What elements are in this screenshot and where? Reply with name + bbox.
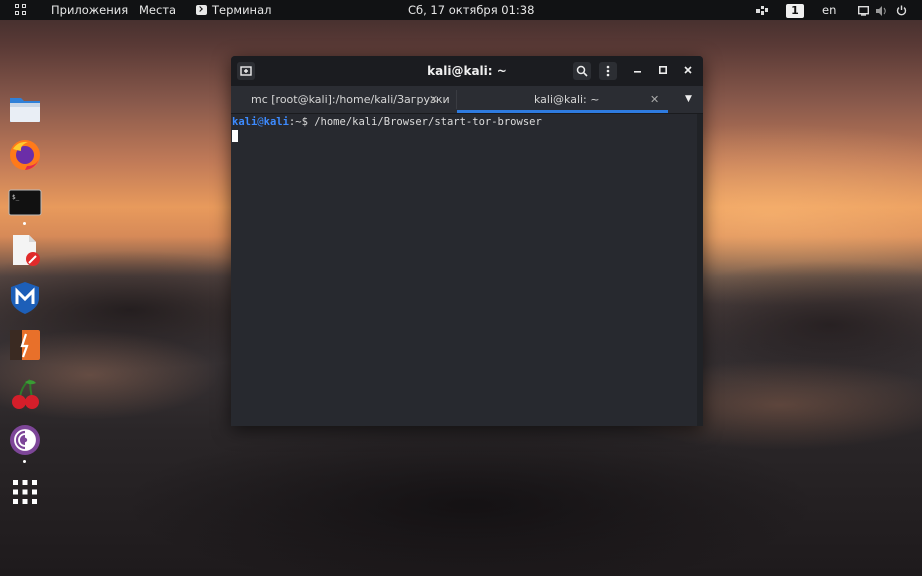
prompt-host: kali bbox=[263, 116, 289, 128]
burpsuite-icon[interactable] bbox=[8, 328, 42, 362]
volume-icon[interactable] bbox=[876, 5, 886, 16]
tab-bar: mc [root@kali]:/home/kali/Загрузки ✕ kal… bbox=[231, 86, 703, 114]
tab-kali-home[interactable]: kali@kali: ~ bbox=[534, 86, 599, 113]
places-menu[interactable]: Места bbox=[139, 0, 176, 20]
show-apps-icon[interactable] bbox=[8, 475, 42, 509]
active-tab-indicator bbox=[457, 110, 668, 113]
cherrytree-icon[interactable] bbox=[8, 377, 42, 411]
tor-browser-icon[interactable] bbox=[8, 423, 42, 457]
active-app-label: Терминал bbox=[212, 3, 272, 17]
clock[interactable]: Сб, 17 октября 01:38 bbox=[408, 0, 534, 20]
window-titlebar[interactable]: kali@kali: ~ bbox=[231, 56, 703, 86]
close-icon[interactable] bbox=[679, 62, 697, 80]
prompt-user: kali bbox=[232, 116, 258, 128]
desktop: Приложения Места Терминал Сб, 17 октября… bbox=[0, 0, 922, 576]
tab-close-icon[interactable]: ✕ bbox=[429, 86, 438, 113]
terminal-icon[interactable]: $_ bbox=[8, 185, 42, 219]
minimize-icon[interactable] bbox=[629, 62, 647, 80]
tabs-dropdown-icon[interactable]: ▼ bbox=[685, 86, 692, 113]
tab-mc[interactable]: mc [root@kali]:/home/kali/Загрузки bbox=[251, 86, 450, 113]
workspaces-icon[interactable] bbox=[756, 5, 768, 15]
wallpaper-wave bbox=[120, 420, 820, 576]
terminal-window[interactable]: kali@kali: ~ mc [root@kali]:/home/kali/З… bbox=[231, 56, 703, 426]
power-icon[interactable] bbox=[896, 5, 907, 16]
top-panel: Приложения Места Терминал Сб, 17 октября… bbox=[0, 0, 922, 20]
menu-kebab-icon[interactable] bbox=[599, 62, 617, 80]
activities-grid-icon[interactable] bbox=[15, 4, 27, 16]
keyboard-layout[interactable]: en bbox=[822, 0, 836, 20]
workspace-number: 1 bbox=[786, 4, 804, 18]
scrollbar[interactable] bbox=[697, 114, 703, 426]
text-editor-icon[interactable] bbox=[8, 233, 42, 267]
tab-divider bbox=[456, 90, 457, 109]
terminal-output[interactable]: kali@kali:~$ /home/kali/Browser/start-to… bbox=[231, 114, 697, 426]
command-text: /home/kali/Browser/start-tor-browser bbox=[314, 116, 542, 128]
text-cursor bbox=[232, 130, 238, 142]
workspace-indicator[interactable]: 1 bbox=[786, 0, 804, 20]
prompt-path: :~$ bbox=[288, 116, 315, 128]
active-app-menu[interactable]: Терминал bbox=[196, 0, 271, 20]
running-indicator bbox=[23, 222, 26, 225]
prompt-line: kali@kali:~$ /home/kali/Browser/start-to… bbox=[232, 116, 542, 128]
terminal-icon bbox=[196, 5, 207, 15]
running-indicator bbox=[23, 460, 26, 463]
maximize-icon[interactable] bbox=[654, 62, 672, 80]
metasploit-icon[interactable] bbox=[8, 281, 42, 315]
dock: $_ bbox=[0, 20, 50, 576]
file-manager-icon[interactable] bbox=[8, 92, 42, 126]
svg-text:$_: $_ bbox=[12, 194, 20, 201]
search-icon[interactable] bbox=[573, 62, 591, 80]
tab-close-icon[interactable]: ✕ bbox=[650, 86, 659, 113]
screen-icon[interactable] bbox=[857, 5, 870, 16]
applications-menu[interactable]: Приложения bbox=[51, 0, 128, 20]
firefox-icon[interactable] bbox=[8, 138, 42, 172]
